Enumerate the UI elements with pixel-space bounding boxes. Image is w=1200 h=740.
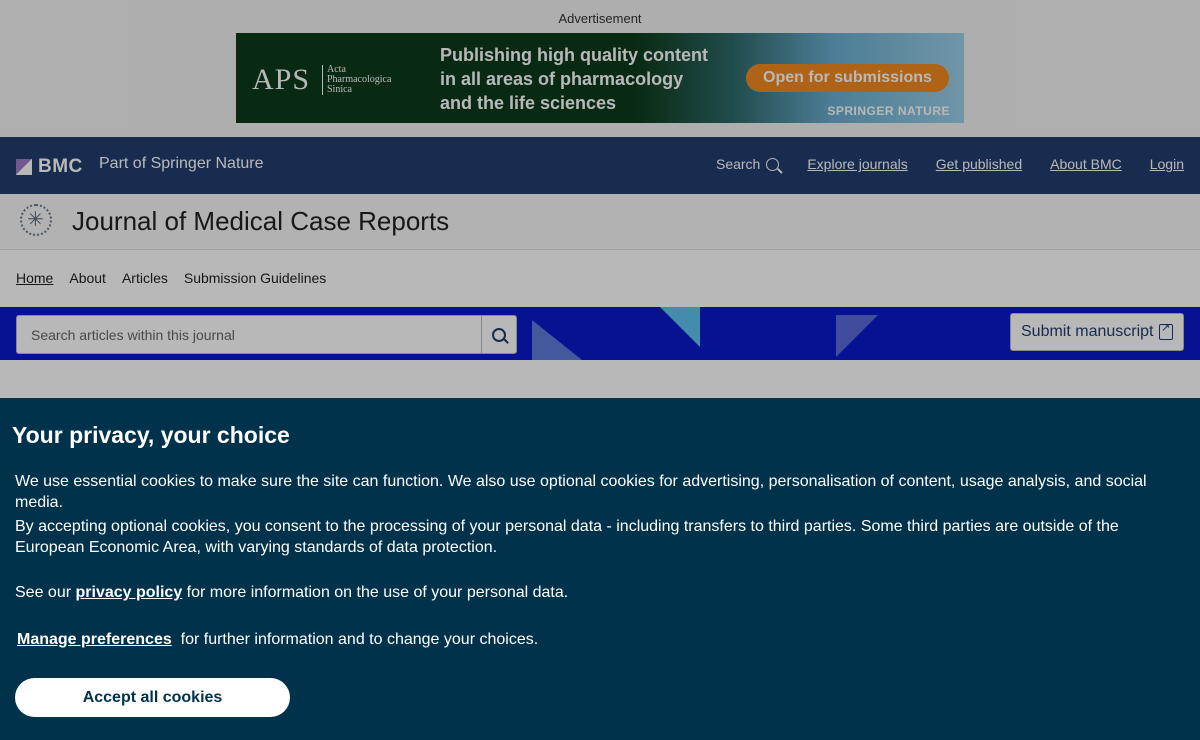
manage-preferences-link[interactable]: Manage preferences [17, 631, 172, 648]
preferences-text-post: for further information and to change yo… [180, 631, 539, 648]
page-overlay [0, 0, 1200, 398]
cookie-paragraph-consent: By accepting optional cookies, you conse… [15, 518, 1119, 556]
cookie-paragraph-preferences: Manage preferences for further informati… [17, 629, 1192, 650]
cookie-paragraph-essential: We use essential cookies to make sure th… [15, 473, 1147, 511]
privacy-policy-link[interactable]: privacy policy [76, 584, 183, 601]
cookie-title: Your privacy, your choice [12, 422, 290, 448]
cookie-banner: Your privacy, your choice We use essenti… [0, 398, 1200, 740]
privacy-text-pre: See our [15, 584, 72, 601]
privacy-text-post: for more information on the use of your … [186, 584, 569, 601]
cookie-paragraph-privacy: See our privacy policy for more informat… [15, 582, 1190, 603]
accept-all-cookies-button[interactable]: Accept all cookies [15, 678, 290, 717]
